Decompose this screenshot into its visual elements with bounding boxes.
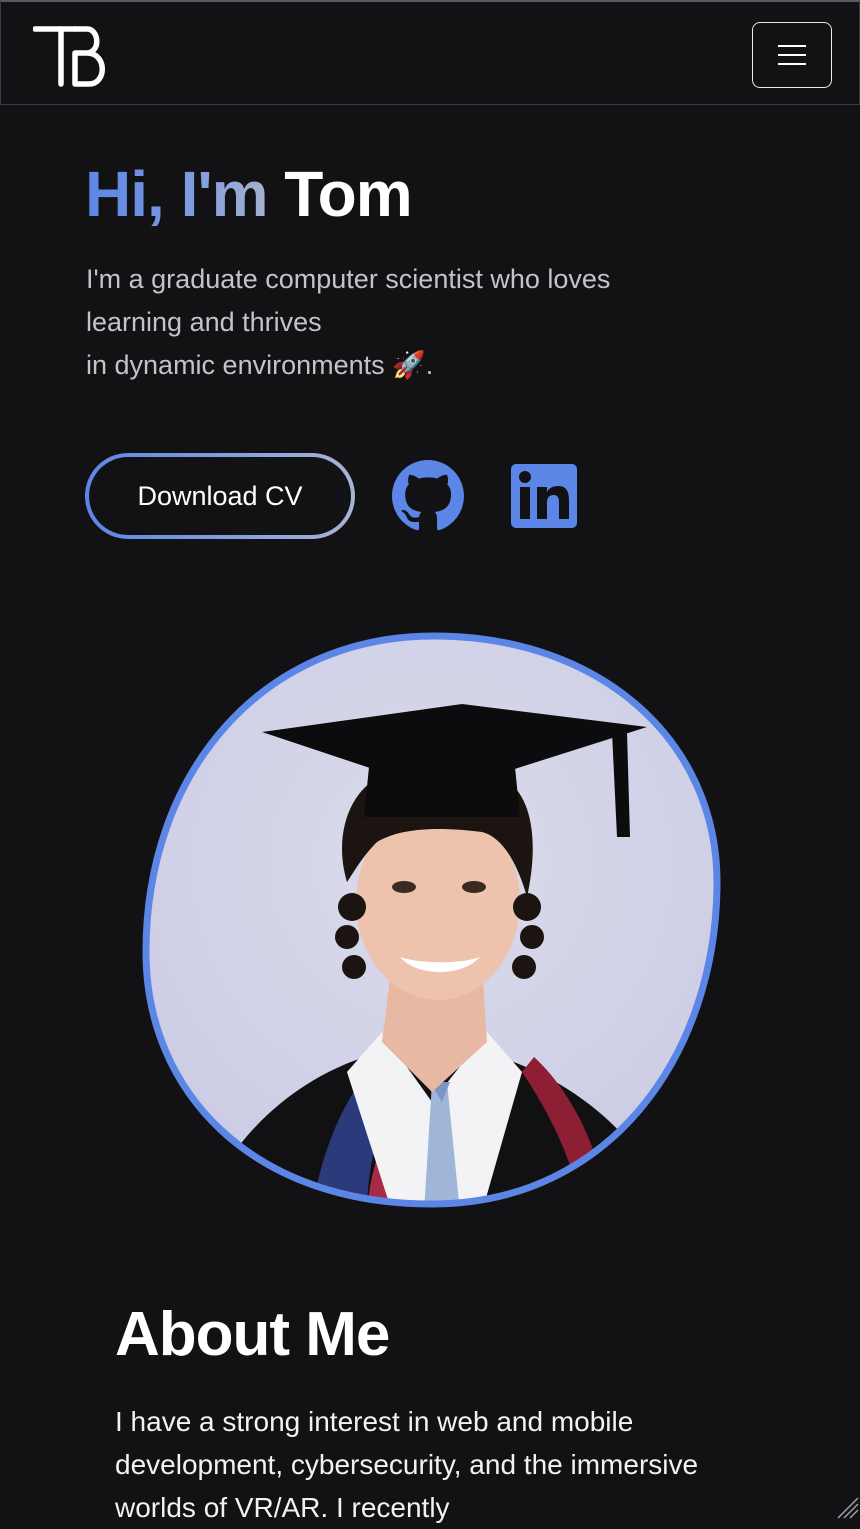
hero-subtitle-line: in dynamic environments 🚀. [86,350,434,380]
navbar [0,0,860,105]
portrait-image [142,632,721,1208]
hero-title: Hi, I'm Tom [85,150,413,238]
hero-subtitle-line: learning and thrives [86,307,322,337]
about-text: I have a strong interest in web and mobi… [115,1406,699,1523]
hero-name: Tom [284,158,412,230]
linkedin-icon [511,464,577,528]
hero-greeting: Hi, I'm [85,158,268,230]
tb-logo-icon [32,26,105,87]
resize-grip-icon[interactable] [834,1494,860,1520]
hero-subtitle-line: I'm a graduate computer scientist who lo… [86,264,611,294]
github-icon [392,460,464,531]
download-cv-button[interactable]: Download CV [85,453,355,539]
about-title: About Me [115,1300,390,1369]
menu-toggle-button[interactable] [752,22,832,88]
hero-subtitle: I'm a graduate computer scientist who lo… [86,258,726,387]
hamburger-menu-icon [778,45,806,65]
download-cv-label: Download CV [89,457,351,535]
linkedin-link[interactable] [511,464,577,528]
github-link[interactable] [392,460,464,532]
profile-portrait [142,632,722,1212]
site-logo[interactable] [32,22,109,90]
